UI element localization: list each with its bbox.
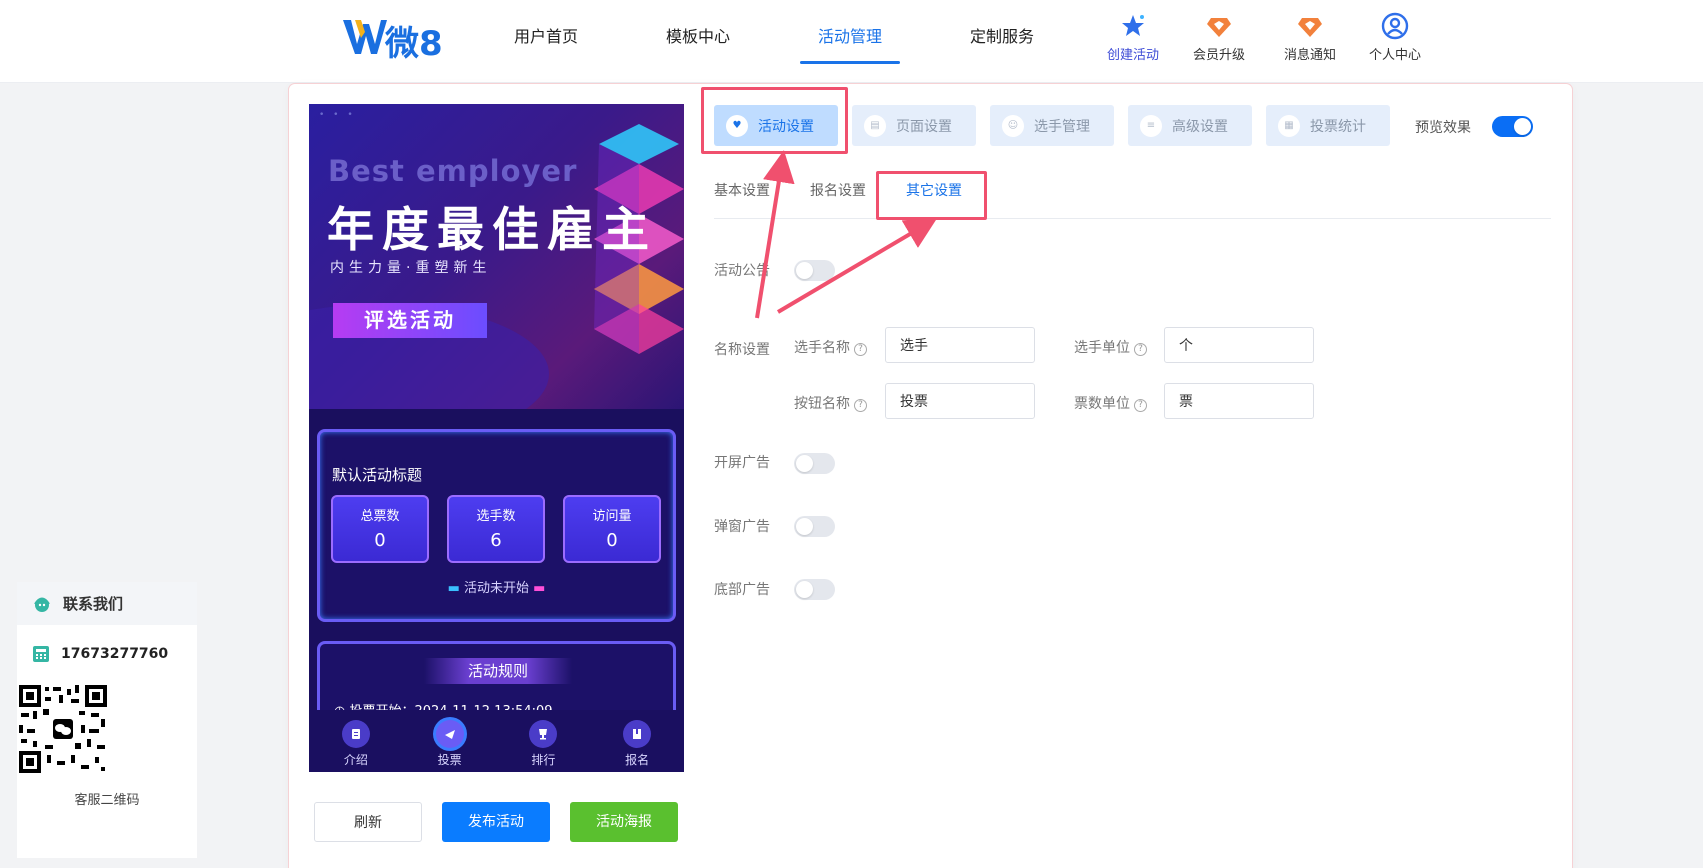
qr-code-label: 客服二维码 (74, 793, 140, 808)
contact-phone-number: 17673277760 (61, 646, 169, 662)
contact-phone-row: 17673277760 (17, 625, 197, 683)
arrow-to-other-settings (776, 217, 938, 314)
contact-panel: 联系我们 17673277760 客服二维码 (17, 582, 197, 858)
annotation-arrows (755, 150, 938, 319)
contact-header: 联系我们 (17, 582, 197, 625)
phone-icon (33, 646, 49, 662)
arrow-to-activity-settings (755, 150, 795, 319)
customer-service-qr-code (17, 683, 109, 775)
customer-service-icon (34, 597, 50, 612)
contact-title: 联系我们 (63, 595, 124, 613)
